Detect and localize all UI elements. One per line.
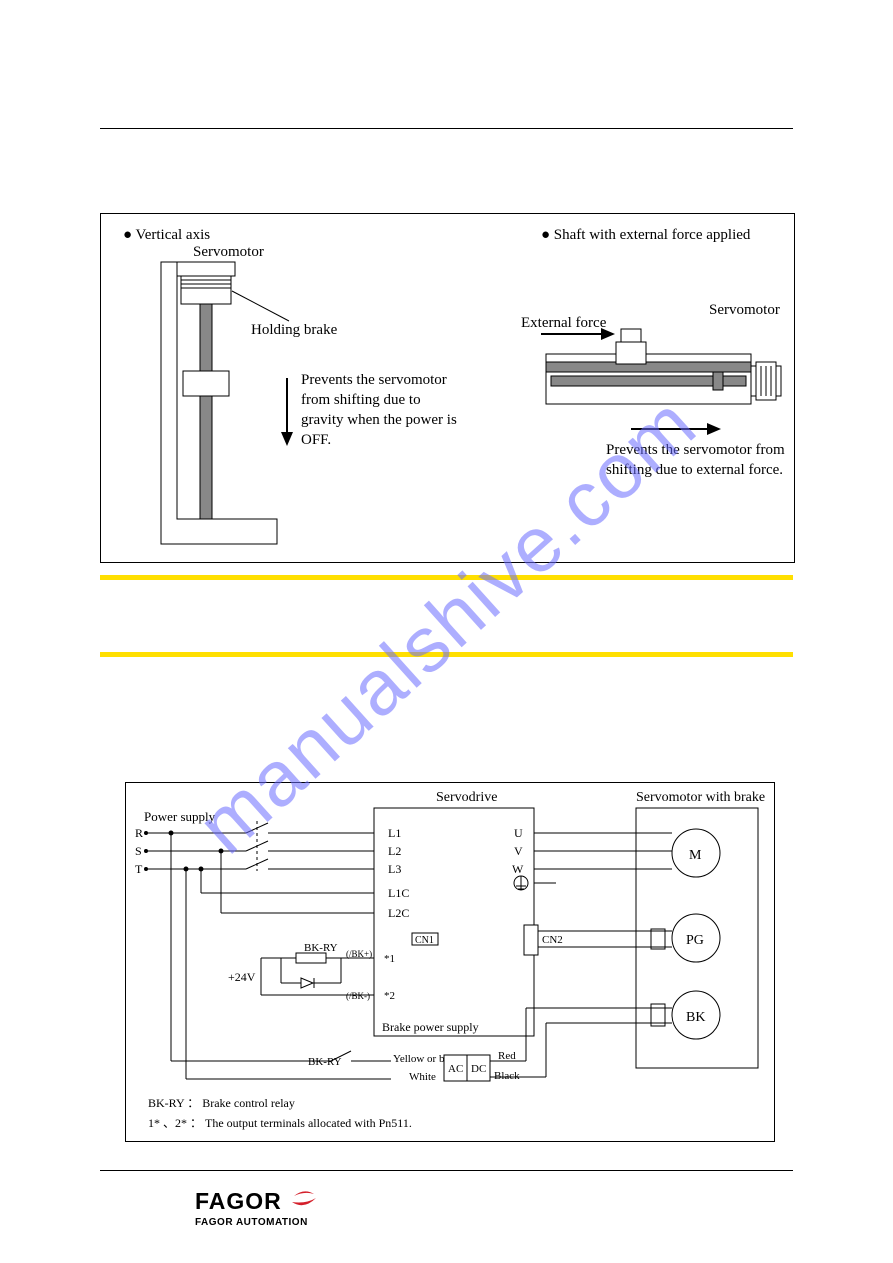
label-m: M	[689, 848, 702, 863]
prevents-external-l1: Prevents the servomotor from	[606, 442, 785, 458]
label-servodrive: Servodrive	[436, 790, 497, 805]
label-bk-plus: (/BK+)	[346, 949, 372, 959]
logo-swoosh-icon	[290, 1188, 318, 1215]
label-star1: *1	[384, 953, 395, 965]
label-holding-brake: Holding brake	[251, 322, 338, 338]
label-servomotor-right: Servomotor	[709, 302, 780, 318]
label-external-force: External force	[521, 315, 607, 331]
phase-t: T	[135, 862, 143, 876]
term-l1c: L1C	[388, 886, 409, 900]
prevents-gravity-l3: gravity when the power is	[301, 412, 457, 428]
term-l2: L2	[388, 844, 401, 858]
term-u: U	[514, 826, 523, 840]
label-star2: *2	[384, 990, 395, 1002]
label-power-supply: Power supply	[144, 809, 216, 824]
label-ac: AC	[448, 1063, 463, 1075]
note-bkry: BK-RY ： Brake control relay	[148, 1096, 295, 1110]
label-cn2: CN2	[542, 934, 563, 946]
label-bkry-coil: BK-RY	[304, 942, 338, 954]
heading-vertical-axis: ● Vertical axis	[123, 227, 210, 243]
label-bk: BK	[686, 1010, 705, 1025]
label-plus24v: +24V	[228, 970, 256, 984]
footer-rule	[100, 1170, 793, 1171]
label-bk-minus: (/BK-)	[346, 991, 370, 1001]
label-white: White	[409, 1071, 436, 1083]
prevents-gravity-l1: Prevents the servomotor	[301, 372, 447, 388]
term-l1: L1	[388, 826, 401, 840]
label-dc: DC	[471, 1063, 486, 1075]
prevents-external-l2: shifting due to external force.	[606, 462, 783, 478]
label-cn1: CN1	[415, 935, 434, 946]
footer-logo: FAGOR FAGOR AUTOMATION	[195, 1188, 318, 1228]
prevents-gravity-l4: OFF.	[301, 432, 331, 448]
term-v: V	[514, 844, 523, 858]
yellow-divider-bottom	[100, 652, 793, 657]
document-page: ● Vertical axis ● Shaft with external fo…	[0, 0, 893, 1263]
logo-subtext: FAGOR AUTOMATION	[195, 1217, 318, 1228]
label-servomotor-with-brake: Servomotor with brake	[636, 790, 765, 805]
phase-s: S	[135, 844, 142, 858]
logo-brand: FAGOR	[195, 1188, 282, 1215]
term-w: W	[512, 862, 524, 876]
yellow-divider-top	[100, 575, 793, 580]
label-red: Red	[498, 1050, 516, 1062]
figure-wiring-diagram: Servodrive Servomotor with brake Power s…	[125, 782, 775, 1142]
label-servomotor-left: Servomotor	[193, 244, 264, 260]
header-rule	[100, 128, 793, 129]
term-l2c: L2C	[388, 906, 409, 920]
phase-r: R	[135, 826, 143, 840]
label-pg: PG	[686, 933, 704, 948]
heading-external-force: ● Shaft with external force applied	[541, 227, 751, 243]
note-star: 1* 、2* ： The output terminals allocated …	[148, 1116, 412, 1130]
prevents-gravity-l2: from shifting due to	[301, 392, 421, 408]
label-black: Black	[494, 1070, 520, 1082]
term-l3: L3	[388, 862, 401, 876]
label-brake-power-supply: Brake power supply	[382, 1020, 479, 1034]
figure-vertical-shaft-brake: ● Vertical axis ● Shaft with external fo…	[100, 213, 795, 563]
